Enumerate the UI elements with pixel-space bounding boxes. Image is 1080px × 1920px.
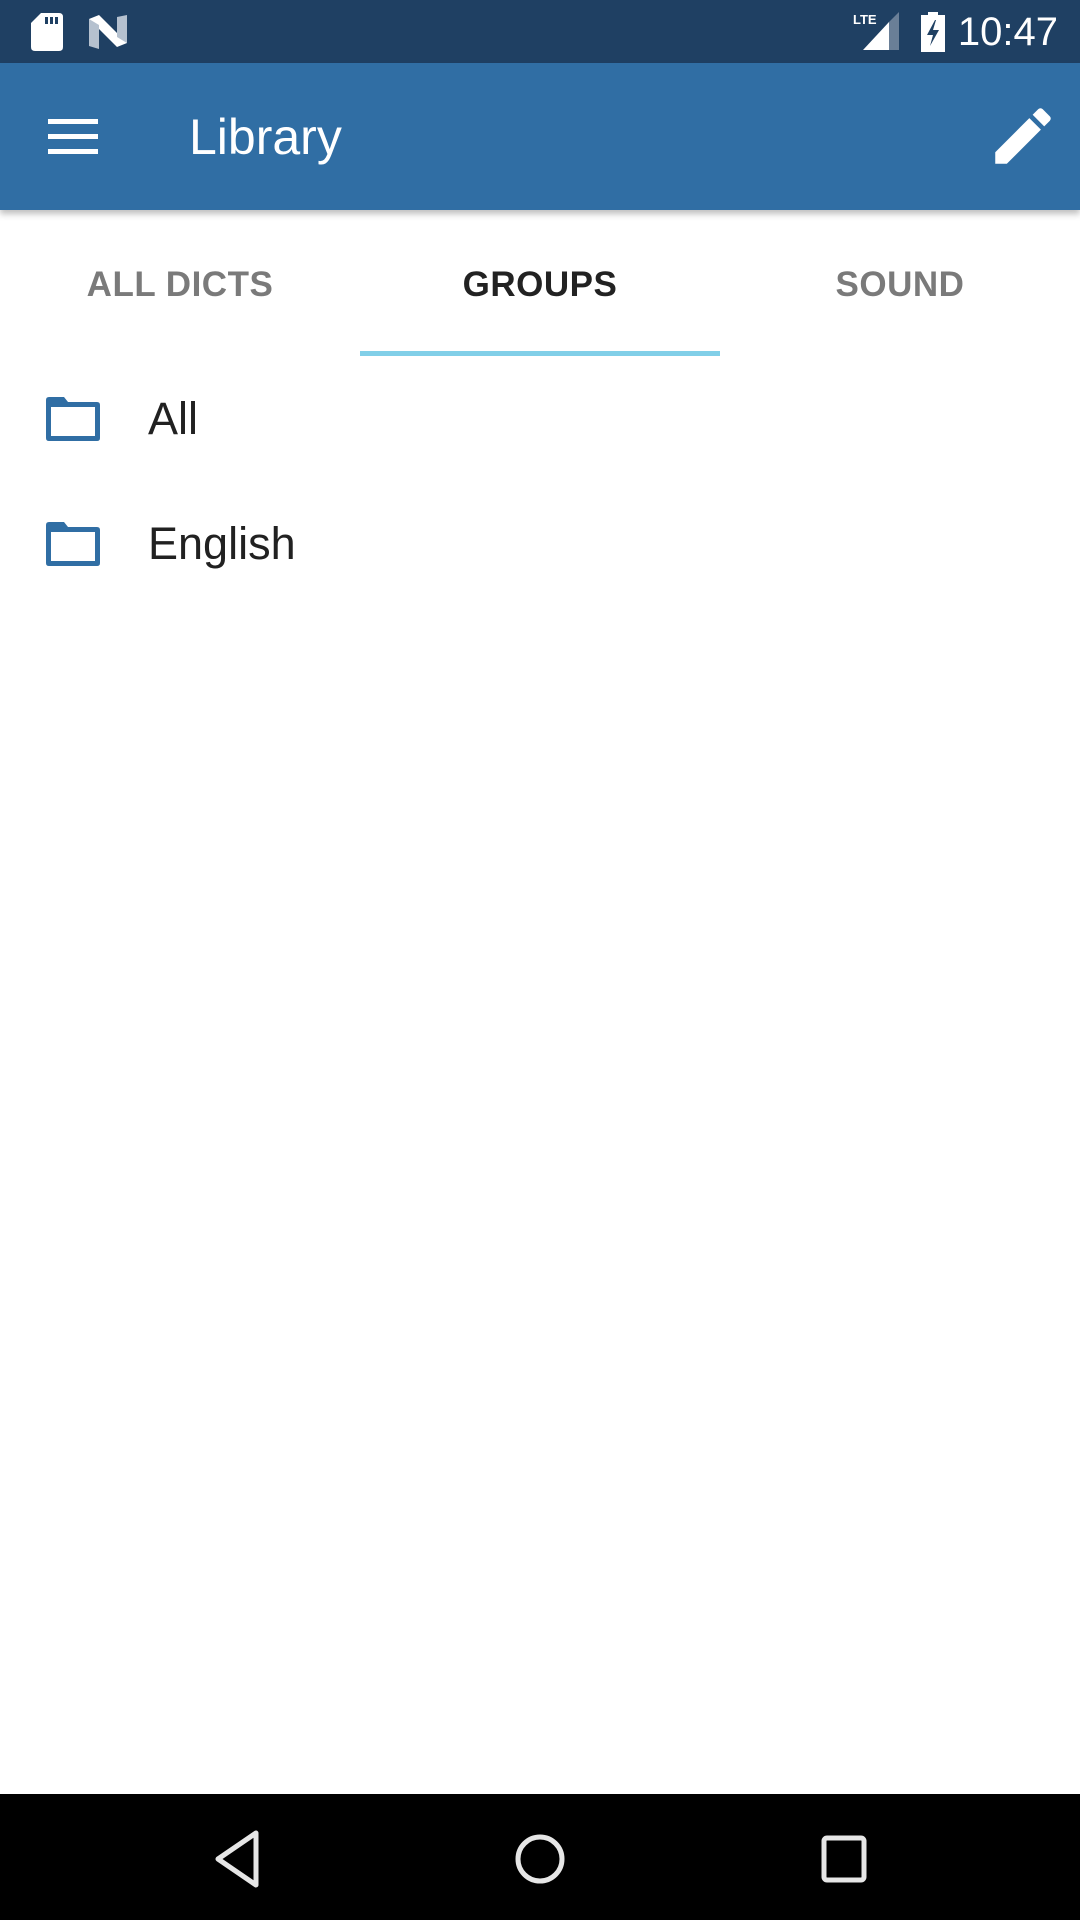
group-item-all[interactable]: All <box>0 356 1080 481</box>
page-title: Library <box>189 109 342 165</box>
navigation-bar <box>0 1794 1080 1920</box>
recents-square-icon <box>821 1835 867 1883</box>
back-triangle-icon <box>215 1830 259 1888</box>
sd-card-icon <box>31 13 63 51</box>
folder-icon <box>46 397 100 441</box>
app-bar: Library <box>0 63 1080 210</box>
tab-sound[interactable]: SOUND <box>720 210 1080 356</box>
home-circle-icon <box>515 1834 565 1884</box>
back-button[interactable] <box>196 1819 276 1899</box>
groups-list: All English <box>0 356 1080 606</box>
edit-button[interactable] <box>986 99 1060 173</box>
tab-bar: ALL DICTS GROUPS SOUND <box>0 210 1080 356</box>
group-item-english[interactable]: English <box>0 481 1080 606</box>
n-notification-icon <box>89 15 127 49</box>
recents-button[interactable] <box>804 1819 884 1899</box>
menu-button[interactable] <box>34 103 100 169</box>
status-bar: LTE 10:47 <box>0 0 1080 63</box>
home-button[interactable] <box>500 1819 580 1899</box>
clock: 10:47 <box>957 10 1058 54</box>
group-label: English <box>148 518 296 569</box>
folder-icon <box>46 522 100 566</box>
network-label: LTE <box>853 12 877 27</box>
lte-signal-icon: LTE <box>853 12 899 50</box>
tab-groups[interactable]: GROUPS <box>360 210 720 356</box>
battery-charging-icon <box>921 12 945 52</box>
tab-all-dicts[interactable]: ALL DICTS <box>0 210 360 356</box>
group-label: All <box>148 393 199 444</box>
pencil-edit-icon <box>995 108 1051 164</box>
